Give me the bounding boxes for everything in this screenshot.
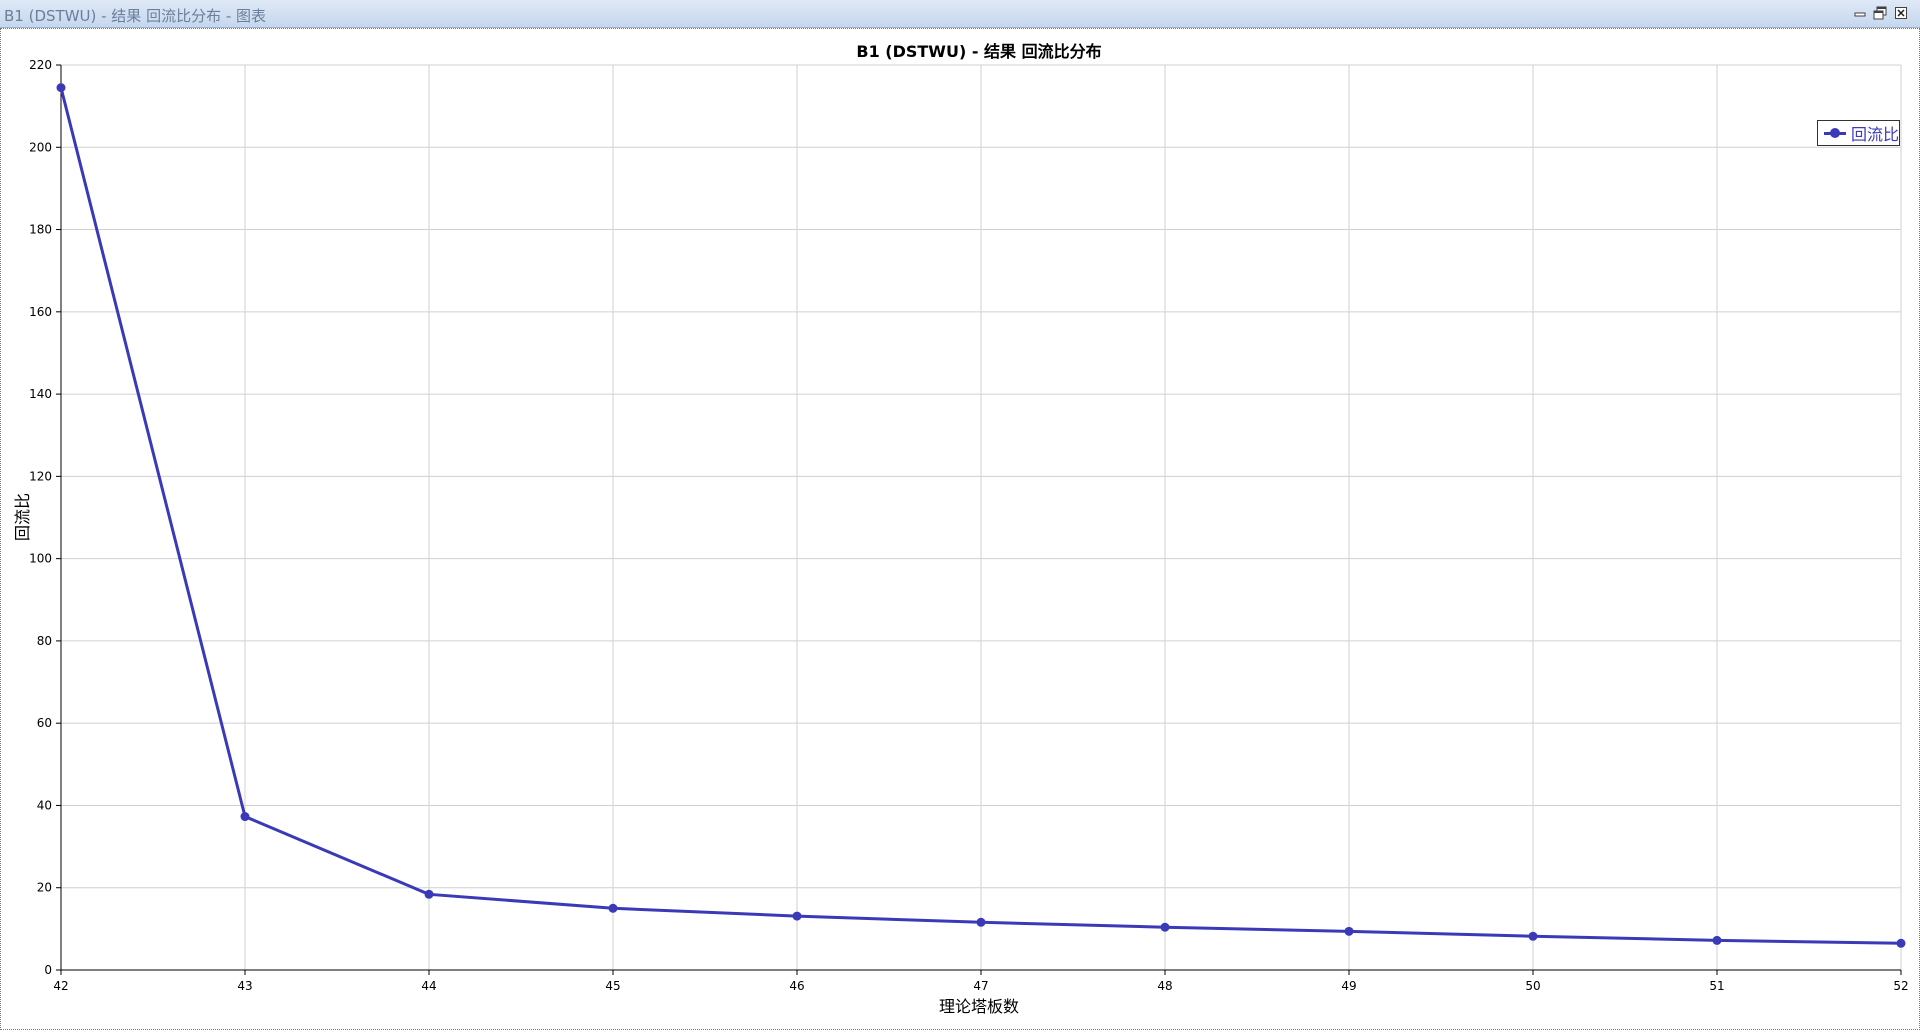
data-point	[1712, 935, 1722, 945]
y-tick-label: 120	[29, 469, 52, 483]
y-tick-label: 160	[29, 305, 52, 319]
x-tick-label: 51	[1709, 979, 1724, 993]
chart-window: B1 (DSTWU) - 结果 回流比分布 - 图表 42 43 44 45 4…	[0, 0, 1920, 1030]
x-tick-label: 44	[421, 979, 436, 993]
data-point	[1344, 926, 1354, 936]
y-tick-label: 100	[29, 552, 52, 566]
restore-icon[interactable]	[1873, 6, 1887, 20]
y-tick-label: 140	[29, 387, 52, 401]
data-point	[1896, 938, 1906, 948]
x-tick-label: 45	[605, 979, 620, 993]
data-point	[56, 83, 66, 93]
x-tick-label: 43	[237, 979, 252, 993]
data-point	[1160, 922, 1170, 932]
y-tick-label: 20	[37, 881, 52, 895]
y-tick-label: 80	[37, 634, 52, 648]
y-tick-label: 180	[29, 223, 52, 237]
x-tick-label: 48	[1157, 979, 1172, 993]
ticks-layer: 42 43 44 45 46 47 48 49 50 51 52 0 20 40 60 80 100 120 140…	[29, 58, 1909, 993]
y-tick-label: 200	[29, 140, 52, 154]
window-titlebar[interactable]: B1 (DSTWU) - 结果 回流比分布 - 图表	[0, 0, 1920, 28]
x-tick-label: 47	[973, 979, 988, 993]
x-axis-label: 理论塔板数	[939, 997, 1019, 1016]
data-point	[424, 889, 434, 899]
minimize-icon[interactable]	[1853, 6, 1867, 20]
data-point	[240, 812, 250, 822]
data-point	[608, 903, 618, 913]
window-title: B1 (DSTWU) - 结果 回流比分布 - 图表	[4, 7, 267, 25]
chart-title: B1 (DSTWU) - 结果 回流比分布	[856, 42, 1101, 61]
x-tick-label: 52	[1893, 979, 1908, 993]
data-point	[792, 911, 802, 921]
y-tick-label: 220	[29, 58, 52, 72]
legend-series-marker	[1824, 126, 1846, 140]
y-tick-label: 60	[37, 716, 52, 730]
x-tick-label: 50	[1525, 979, 1540, 993]
line-chart: 42 43 44 45 46 47 48 49 50 51 52 0 20 40 60 80 100 120 140…	[13, 42, 1909, 1016]
x-tick-label: 42	[53, 979, 68, 993]
x-tick-label: 49	[1341, 979, 1356, 993]
y-tick-label: 0	[44, 963, 52, 977]
plot-area: 42 43 44 45 46 47 48 49 50 51 52 0 20 40 60 80 100 120 140…	[1, 29, 1919, 1029]
data-point	[1528, 931, 1538, 941]
chart-legend[interactable]: 回流比	[1817, 120, 1900, 146]
chart-content: 42 43 44 45 46 47 48 49 50 51 52 0 20 40 60 80 100 120 140…	[0, 28, 1920, 1030]
grid-layer	[60, 64, 1902, 971]
x-tick-label: 46	[789, 979, 804, 993]
legend-series-label: 回流比	[1850, 125, 1899, 144]
data-point	[976, 917, 986, 927]
close-icon[interactable]	[1894, 6, 1908, 20]
y-tick-label: 40	[37, 798, 52, 812]
y-axis-label: 回流比	[13, 493, 32, 541]
